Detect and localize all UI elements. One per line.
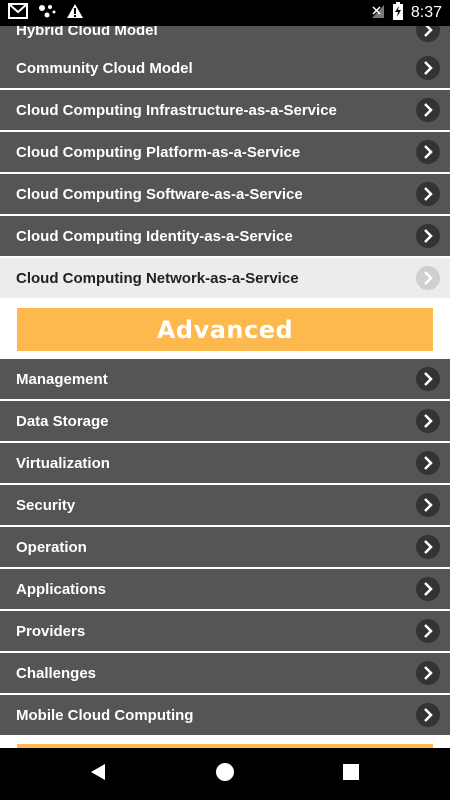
list-item-idaas[interactable]: Cloud Computing Identity-as-a-Service xyxy=(0,216,450,257)
list-item-management[interactable]: Management xyxy=(0,359,450,400)
section-title: Advanced xyxy=(156,315,294,344)
chevron-right-icon xyxy=(416,26,440,42)
list-item-label: Community Cloud Model xyxy=(16,59,193,77)
list-item-label: Cloud Computing Platform-as-a-Service xyxy=(16,143,301,161)
list-item-label: Operation xyxy=(16,538,87,556)
warning-icon xyxy=(66,3,84,24)
chevron-right-icon xyxy=(416,661,440,685)
assistant-dots-icon xyxy=(38,3,56,24)
status-bar: 8:37 xyxy=(0,0,450,26)
recents-button[interactable] xyxy=(321,748,381,800)
chevron-right-icon xyxy=(416,703,440,727)
list-item-challenges[interactable]: Challenges xyxy=(0,653,450,694)
chevron-right-icon xyxy=(416,56,440,80)
system-icons: 8:37 xyxy=(371,1,442,25)
home-button[interactable] xyxy=(195,748,255,800)
chevron-right-icon xyxy=(416,451,440,475)
recents-icon xyxy=(342,763,360,786)
list-item-applications[interactable]: Applications xyxy=(0,569,450,610)
chevron-right-icon xyxy=(416,266,440,290)
list-item-iaas[interactable]: Cloud Computing Infrastructure-as-a-Serv… xyxy=(0,90,450,131)
list-item-label: Hybrid Cloud Model xyxy=(16,26,158,39)
chevron-right-icon xyxy=(416,140,440,164)
list-item-label: Security xyxy=(16,496,76,514)
list-item-community-cloud-model[interactable]: Community Cloud Model xyxy=(0,48,450,89)
home-icon xyxy=(215,762,235,787)
list-item-label: Management xyxy=(16,370,108,388)
list-item-paas[interactable]: Cloud Computing Platform-as-a-Service xyxy=(0,132,450,173)
list-item-security[interactable]: Security xyxy=(0,485,450,526)
back-button[interactable] xyxy=(68,748,128,800)
chevron-right-icon xyxy=(416,224,440,248)
advanced-section-header: Advanced xyxy=(17,308,433,351)
list-item-label: Providers xyxy=(16,622,86,640)
signal-off-icon xyxy=(371,3,385,24)
gmail-icon xyxy=(8,2,28,24)
list-item-label: Applications xyxy=(16,580,107,598)
list-item-virtualization[interactable]: Virtualization xyxy=(0,443,450,484)
notification-icons xyxy=(8,2,84,24)
chevron-right-icon xyxy=(416,535,440,559)
chevron-right-icon xyxy=(416,577,440,601)
navigation-bar xyxy=(0,748,450,800)
chevron-right-icon xyxy=(416,409,440,433)
list-item-label: Data Storage xyxy=(16,412,109,430)
list-item-label: Cloud Computing Infrastructure-as-a-Serv… xyxy=(16,101,337,119)
chevron-right-icon xyxy=(416,619,440,643)
back-icon xyxy=(89,763,107,786)
list-item-label: Challenges xyxy=(16,664,97,682)
list-item-label: Cloud Computing Network-as-a-Service xyxy=(16,269,299,287)
list-item-label: Mobile Cloud Computing xyxy=(16,706,194,724)
chevron-right-icon xyxy=(416,493,440,517)
chevron-right-icon xyxy=(416,367,440,391)
battery-charging-icon xyxy=(392,1,403,25)
list-item-data-storage[interactable]: Data Storage xyxy=(0,401,450,442)
list-item-naas[interactable]: Cloud Computing Network-as-a-Service xyxy=(0,258,450,299)
list-item-label: Cloud Computing Identity-as-a-Service xyxy=(16,227,293,245)
chevron-right-icon xyxy=(416,182,440,206)
list-item-label: Virtualization xyxy=(16,454,110,472)
list-item-label: Cloud Computing Software-as-a-Service xyxy=(16,185,303,203)
list-item-mobile-cloud-computing[interactable]: Mobile Cloud Computing xyxy=(0,695,450,736)
clock-time: 8:37 xyxy=(410,4,442,21)
chevron-right-icon xyxy=(416,98,440,122)
list-item-providers[interactable]: Providers xyxy=(0,611,450,652)
list-item-saas[interactable]: Cloud Computing Software-as-a-Service xyxy=(0,174,450,215)
topic-list[interactable]: Hybrid Cloud Model Community Cloud Model… xyxy=(0,26,450,748)
list-item-operation[interactable]: Operation xyxy=(0,527,450,568)
